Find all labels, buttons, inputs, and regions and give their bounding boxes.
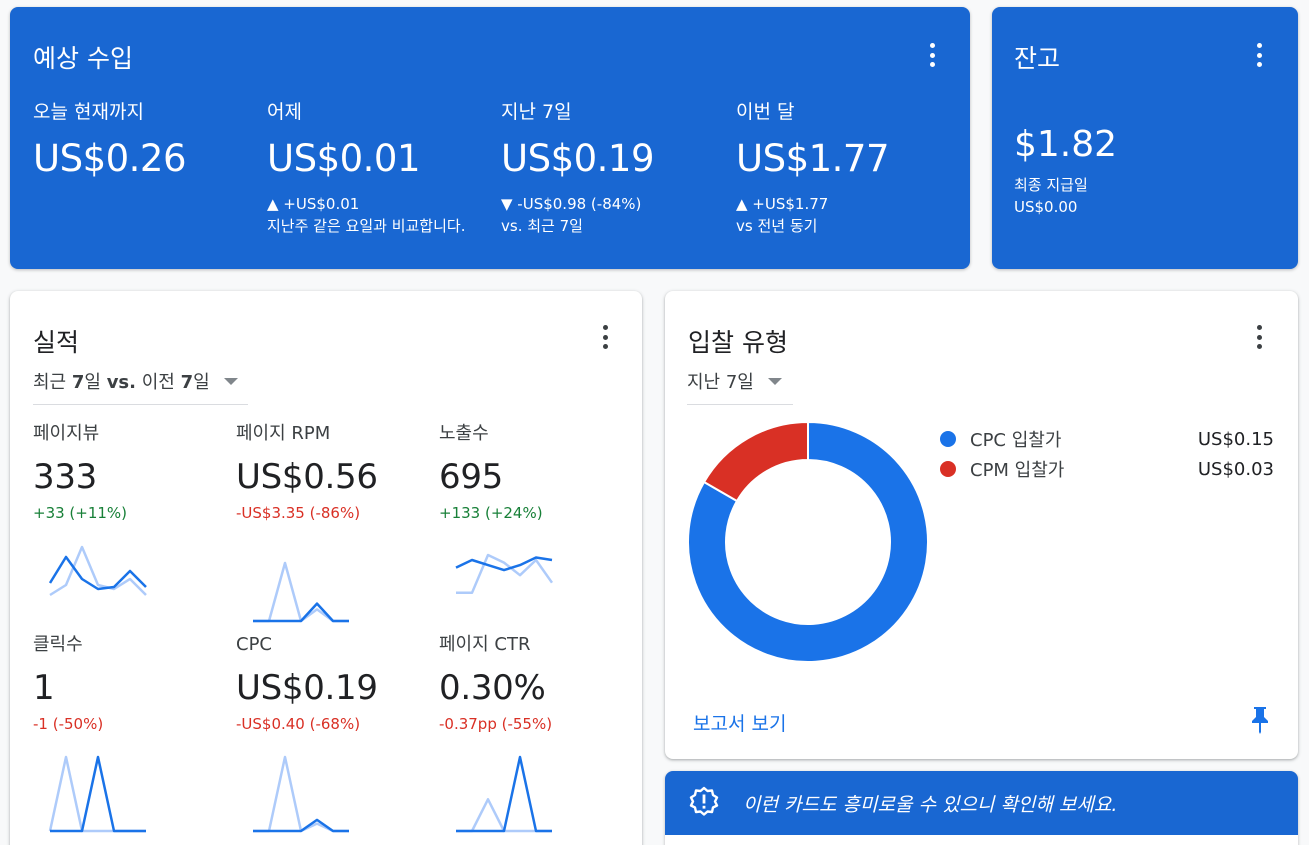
metric-value: US$0.56	[236, 457, 378, 497]
sparkline-page-rpm	[253, 561, 349, 623]
bid-type-range-label: 지난 7일	[687, 372, 754, 393]
performance-card: 실적 최근 7일 vs. 이전 7일 페이지뷰 333 +33 (+11%) 페…	[10, 291, 642, 845]
view-report-link[interactable]: 보고서 보기	[693, 709, 786, 736]
earnings-more-icon[interactable]	[920, 40, 944, 70]
metric-page-ctr[interactable]: 페이지 CTR 0.30% -0.37pp (-55%)	[439, 633, 629, 733]
chevron-down-icon	[767, 377, 782, 385]
balance-value: $1.82	[1014, 124, 1118, 165]
legend-label-cpm: CPM 입찰가	[970, 460, 1065, 481]
legend-dot-cpm	[940, 461, 956, 477]
metric-label: 페이지 CTR	[439, 634, 531, 655]
earnings-last7: 지난 7일 US$0.19 ▼ -US$0.98 (-84%) vs. 최근 7…	[501, 99, 726, 237]
metric-cpc[interactable]: CPC US$0.19 -US$0.40 (-68%)	[236, 633, 426, 733]
legend-dot-cpc	[940, 431, 956, 447]
earnings-yesterday-change: ▲ +US$0.01	[267, 195, 360, 213]
earnings-last7-value: US$0.19	[501, 137, 655, 180]
range-a: 7	[71, 372, 85, 393]
performance-more-icon[interactable]	[593, 322, 617, 352]
metric-label: 페이지 RPM	[236, 423, 331, 444]
earnings-today: 오늘 현재까지 US$0.26	[33, 99, 258, 181]
sparkline-previous-series	[253, 561, 349, 623]
last-payment-value: US$0.00	[1014, 198, 1078, 216]
sparkline-current-series	[456, 755, 552, 833]
metric-delta: +133 (+24%)	[439, 504, 543, 522]
balance-title: 잔고	[1014, 44, 1061, 73]
metric-value: 695	[439, 457, 503, 497]
estimated-earnings-card: 예상 수입 오늘 현재까지 US$0.26 어제 US$0.01 ▲ +US$0…	[10, 7, 970, 269]
earnings-month: 이번 달 US$1.77 ▲ +US$1.77 vs 전년 동기	[736, 99, 961, 237]
legend-value-cpc: US$0.15	[1197, 428, 1274, 450]
metric-label: CPC	[236, 634, 272, 655]
metric-delta: -US$0.40 (-68%)	[236, 715, 361, 733]
earnings-yesterday: 어제 US$0.01 ▲ +US$0.01 지난주 같은 요일과 비교합니다.	[267, 99, 472, 237]
earnings-last7-label: 지난 7일	[501, 101, 572, 123]
metric-label: 클릭수	[33, 634, 83, 655]
last-payment-label: 최종 지급일	[1014, 176, 1088, 194]
earnings-month-value: US$1.77	[736, 137, 890, 180]
metric-value: 0.30%	[439, 668, 546, 708]
earnings-title: 예상 수입	[33, 44, 133, 73]
legend-cpm: CPM 입찰가 US$0.03	[940, 456, 1274, 482]
sparkline-previous-series	[253, 755, 349, 833]
metric-label: 페이지뷰	[33, 423, 100, 444]
legend-cpc: CPC 입찰가 US$0.15	[940, 426, 1274, 452]
tip-card-body	[665, 835, 1298, 845]
sparkline-page-ctr	[456, 755, 552, 833]
earnings-last7-delta: ▼ -US$0.98 (-84%) vs. 최근 7일	[501, 193, 726, 237]
performance-title: 실적	[33, 328, 80, 357]
metric-impressions[interactable]: 노출수 695 +133 (+24%)	[439, 422, 629, 522]
earnings-yesterday-compare: 지난주 같은 요일과 비교합니다.	[267, 217, 466, 235]
metric-clicks[interactable]: 클릭수 1 -1 (-50%)	[33, 633, 223, 733]
bid-type-more-icon[interactable]	[1247, 322, 1271, 352]
metric-delta: +33 (+11%)	[33, 504, 128, 522]
balance-card: 잔고 $1.82 최종 지급일 US$0.00	[992, 7, 1298, 269]
metric-value: US$0.19	[236, 668, 378, 708]
range-end: 일	[193, 372, 210, 393]
earnings-today-label: 오늘 현재까지	[33, 101, 144, 123]
legend-value-cpm: US$0.03	[1197, 458, 1274, 480]
earnings-yesterday-label: 어제	[267, 101, 302, 123]
tip-text: 이런 카드도 흥미로울 수 있으니 확인해 보세요.	[743, 794, 1118, 816]
tip-banner: 이런 카드도 흥미로울 수 있으니 확인해 보세요.	[665, 771, 1298, 845]
range-text: 최근 7일 vs. 이전 7일	[33, 368, 210, 394]
sparkline-cpc	[253, 755, 349, 833]
metric-delta: -0.37pp (-55%)	[439, 715, 553, 733]
earnings-month-change: ▲ +US$1.77	[736, 195, 829, 213]
legend-label-cpc: CPC 입찰가	[970, 430, 1062, 451]
sparkline-clicks	[48, 755, 146, 833]
bid-type-donut-chart	[687, 420, 929, 663]
earnings-last7-change: ▼ -US$0.98 (-84%)	[501, 195, 642, 213]
bid-type-range-dropdown[interactable]: 지난 7일	[687, 368, 793, 405]
metric-delta: -US$3.35 (-86%)	[236, 504, 361, 522]
earnings-yesterday-delta: ▲ +US$0.01 지난주 같은 요일과 비교합니다.	[267, 193, 472, 237]
earnings-today-value: US$0.26	[33, 137, 187, 180]
earnings-month-label: 이번 달	[736, 101, 795, 123]
metric-pageviews[interactable]: 페이지뷰 333 +33 (+11%)	[33, 422, 223, 522]
metric-page-rpm[interactable]: 페이지 RPM US$0.56 -US$3.35 (-86%)	[236, 422, 426, 522]
bid-type-card: 입찰 유형 지난 7일 CPC 입찰가 US$0.15 CPM 입찰가 US$0…	[665, 291, 1298, 759]
range-suffix: 이전	[141, 372, 175, 393]
chevron-down-icon	[223, 377, 238, 385]
new-releases-icon	[689, 786, 719, 816]
earnings-month-delta: ▲ +US$1.77 vs 전년 동기	[736, 193, 961, 237]
earnings-yesterday-value: US$0.01	[267, 137, 421, 180]
metric-label: 노출수	[439, 423, 489, 444]
earnings-last7-compare: vs. 최근 7일	[501, 217, 583, 235]
sparkline-previous-series	[48, 755, 146, 833]
sparkline-impressions	[455, 553, 554, 595]
performance-range-dropdown[interactable]: 최근 7일 vs. 이전 7일	[33, 368, 248, 405]
metric-delta: -1 (-50%)	[33, 715, 104, 733]
range-b: 7	[180, 372, 194, 393]
range-vs: vs.	[106, 372, 136, 393]
range-mid: 일	[84, 372, 101, 393]
bid-type-title: 입찰 유형	[688, 328, 788, 357]
donut-slice-cpm[interactable]	[702, 420, 809, 503]
range-prefix: 최근	[33, 372, 67, 393]
metric-value: 333	[33, 457, 97, 497]
sparkline-pageviews	[48, 545, 147, 597]
balance-more-icon[interactable]	[1247, 40, 1271, 70]
pin-icon[interactable]	[1249, 705, 1271, 735]
metric-value: 1	[33, 668, 55, 708]
earnings-month-compare: vs 전년 동기	[736, 217, 818, 235]
